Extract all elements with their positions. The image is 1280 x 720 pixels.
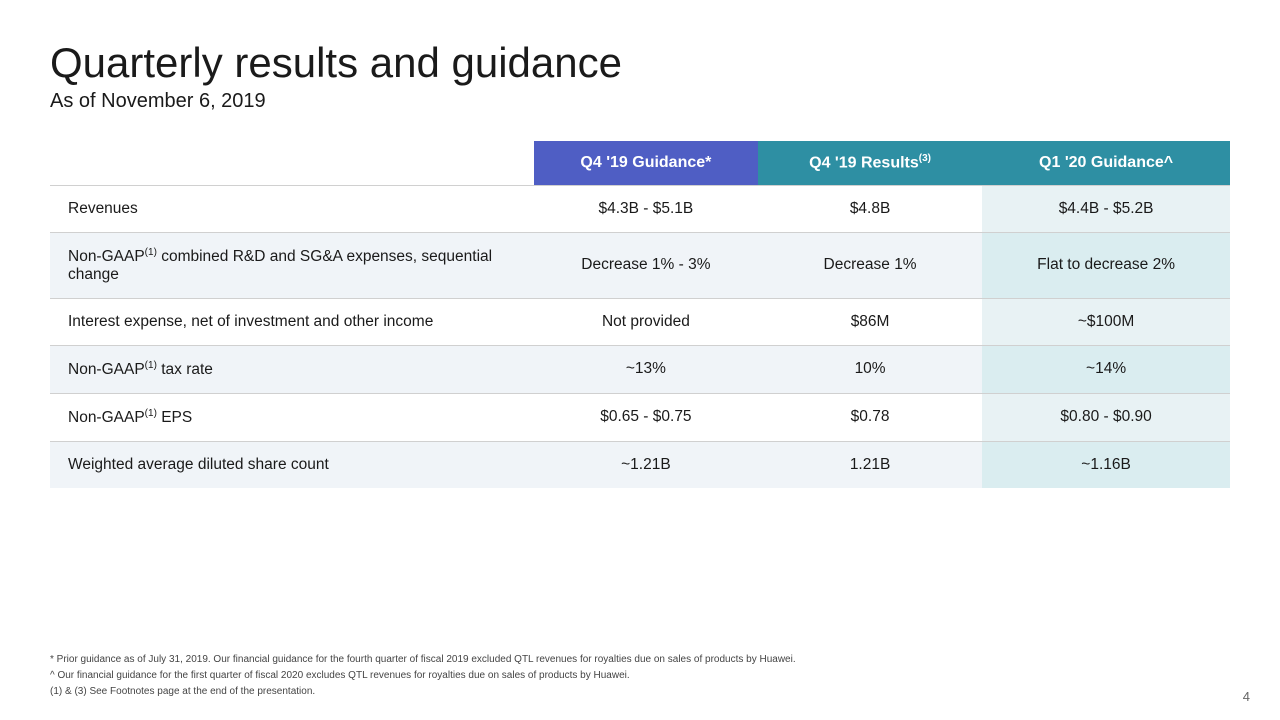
footnote-item: (1) & (3) See Footnotes page at the end … — [50, 684, 1230, 700]
q4-results-value: $4.8B — [758, 185, 982, 232]
footnotes: * Prior guidance as of July 31, 2019. Ou… — [50, 652, 1230, 700]
row-label: Non-GAAP(1) tax rate — [50, 345, 534, 393]
q4-guidance-value: ~1.21B — [534, 441, 758, 488]
q1-guidance-value: $0.80 - $0.90 — [982, 393, 1230, 441]
footnote-item: * Prior guidance as of July 31, 2019. Ou… — [50, 652, 1230, 668]
header-q1-guidance: Q1 '20 Guidance^ — [982, 141, 1230, 185]
table-row: Non-GAAP(1) combined R&D and SG&A expens… — [50, 232, 1230, 298]
page-title: Quarterly results and guidance — [50, 40, 1230, 86]
q4-guidance-value: $4.3B - $5.1B — [534, 185, 758, 232]
page-number: 4 — [1243, 689, 1250, 704]
q1-guidance-value: ~1.16B — [982, 441, 1230, 488]
table-wrapper: Q4 '19 Guidance* Q4 '19 Results(3) Q1 '2… — [50, 141, 1230, 636]
q4-guidance-value: Decrease 1% - 3% — [534, 232, 758, 298]
q1-guidance-value: ~14% — [982, 345, 1230, 393]
header-row: Q4 '19 Guidance* Q4 '19 Results(3) Q1 '2… — [50, 141, 1230, 185]
q4-results-value: Decrease 1% — [758, 232, 982, 298]
table-row: Non-GAAP(1) EPS$0.65 - $0.75$0.78$0.80 -… — [50, 393, 1230, 441]
header-empty — [50, 141, 534, 185]
row-label: Non-GAAP(1) combined R&D and SG&A expens… — [50, 232, 534, 298]
table-row: Interest expense, net of investment and … — [50, 298, 1230, 345]
data-table: Q4 '19 Guidance* Q4 '19 Results(3) Q1 '2… — [50, 141, 1230, 488]
row-label: Revenues — [50, 185, 534, 232]
page-subtitle: As of November 6, 2019 — [50, 90, 1230, 113]
q4-guidance-value: ~13% — [534, 345, 758, 393]
row-label: Interest expense, net of investment and … — [50, 298, 534, 345]
q1-guidance-value: ~$100M — [982, 298, 1230, 345]
row-label: Non-GAAP(1) EPS — [50, 393, 534, 441]
q4-results-value: 10% — [758, 345, 982, 393]
page: Quarterly results and guidance As of Nov… — [0, 0, 1280, 720]
table-row: Weighted average diluted share count~1.2… — [50, 441, 1230, 488]
q4-results-value: 1.21B — [758, 441, 982, 488]
row-label: Weighted average diluted share count — [50, 441, 534, 488]
q4-guidance-value: Not provided — [534, 298, 758, 345]
q1-guidance-value: Flat to decrease 2% — [982, 232, 1230, 298]
header-q4-guidance: Q4 '19 Guidance* — [534, 141, 758, 185]
q1-guidance-value: $4.4B - $5.2B — [982, 185, 1230, 232]
q4-results-value: $0.78 — [758, 393, 982, 441]
q4-results-value: $86M — [758, 298, 982, 345]
q4-guidance-value: $0.65 - $0.75 — [534, 393, 758, 441]
header-q4-results: Q4 '19 Results(3) — [758, 141, 982, 185]
footnote-item: ^ Our financial guidance for the first q… — [50, 668, 1230, 684]
table-row: Revenues$4.3B - $5.1B$4.8B$4.4B - $5.2B — [50, 185, 1230, 232]
table-row: Non-GAAP(1) tax rate~13%10%~14% — [50, 345, 1230, 393]
